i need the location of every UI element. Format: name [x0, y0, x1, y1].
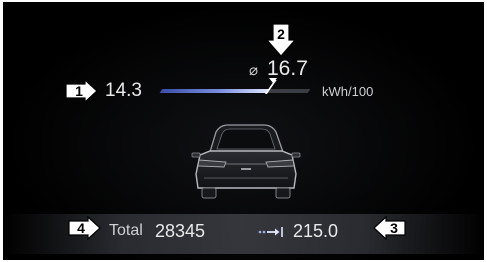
callout-3-number: 3: [390, 220, 398, 236]
range-value: 215.0: [293, 221, 339, 241]
callout-3: 3: [372, 215, 406, 241]
callout-1: 1: [65, 78, 99, 104]
car-rear-icon: [191, 124, 301, 199]
consumption-bar-fill: [159, 89, 270, 93]
callout-2-number: 2: [277, 26, 285, 42]
average-symbol: ⌀: [249, 62, 259, 79]
consumption-unit: kWh/100: [322, 84, 374, 99]
callout-4: 4: [68, 215, 102, 241]
odometer-value: 28345: [155, 221, 206, 241]
callout-2: 2: [265, 23, 297, 57]
range-arrow-icon: [258, 227, 283, 237]
callout-1-number: 1: [75, 83, 83, 99]
current-consumption-value: 14.3: [105, 80, 142, 101]
consumption-bar: [159, 80, 311, 94]
odometer-label: Total: [109, 222, 143, 239]
callout-4-number: 4: [77, 220, 85, 236]
